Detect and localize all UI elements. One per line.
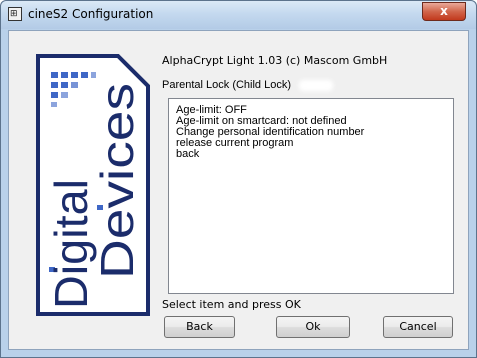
menu-title: Parental Lock (Child Lock) <box>162 79 292 91</box>
dialog-client-area: Devices Digital AlphaCrypt Light 1.03 (c… <box>8 30 469 350</box>
back-button[interactable]: Back <box>164 316 235 338</box>
window-title: cineS2 Configuration <box>28 7 154 21</box>
version-label: AlphaCrypt Light 1.03 (c) Mascom GmbH <box>162 54 388 67</box>
cancel-button[interactable]: Cancel <box>383 316 453 338</box>
logo-text-devices: Devices <box>91 83 143 279</box>
app-icon: ⊞ <box>8 7 22 21</box>
logo-text-digital: Digital <box>45 179 97 309</box>
close-button[interactable]: x <box>422 2 466 21</box>
config-window: ⊞ cineS2 Configuration x Devices Digital… <box>0 0 477 358</box>
ok-button[interactable]: Ok <box>276 316 350 338</box>
redacted-patch <box>299 80 333 91</box>
hint-text: Select item and press OK <box>162 298 301 311</box>
list-item-back[interactable]: back <box>176 149 199 160</box>
digital-devices-logo: Devices Digital <box>36 54 150 316</box>
menu-listbox[interactable]: Age-limit: OFF Age-limit on smartcard: n… <box>168 98 454 294</box>
title-bar[interactable]: ⊞ cineS2 Configuration x <box>1 1 476 29</box>
